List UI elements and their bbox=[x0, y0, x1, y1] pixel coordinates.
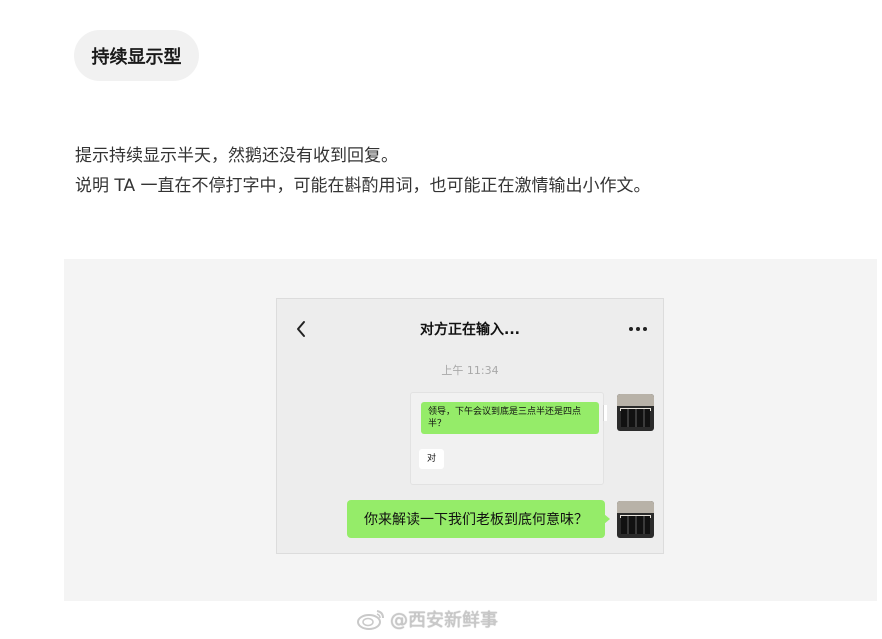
quoted-reply-bubble: 对 bbox=[419, 449, 445, 469]
more-dots-icon[interactable] bbox=[627, 320, 649, 338]
chat-screenshot: 对方正在输入... 上午 11:34 领导，下午会议到底是三点半还是四点半？ 对… bbox=[276, 298, 664, 554]
section-tag: 持续显示型 bbox=[74, 30, 199, 81]
description-line-1: 提示持续显示半天，然鹅还没有收到回复。 bbox=[75, 146, 398, 166]
avatar[interactable] bbox=[617, 501, 654, 538]
weibo-logo-icon bbox=[357, 610, 384, 630]
description: 提示持续显示半天，然鹅还没有收到回复。 说明 TA 一直在不停打字中，可能在斟酌… bbox=[75, 141, 855, 201]
quoted-message-bubble: 领导，下午会议到底是三点半还是四点半？ bbox=[421, 402, 599, 434]
watermark: @西安新鲜事 bbox=[356, 605, 498, 633]
message-timestamp: 上午 11:34 bbox=[441, 364, 499, 377]
quoted-screenshot-card[interactable]: 领导，下午会议到底是三点半还是四点半？ 对 bbox=[410, 392, 607, 485]
main-message-bubble[interactable]: 你来解读一下我们老板到底何意味？ bbox=[347, 500, 610, 538]
avatar[interactable] bbox=[617, 394, 654, 431]
quote-scroll-bar bbox=[603, 405, 607, 421]
chat-title: 对方正在输入... bbox=[420, 322, 520, 338]
section-tag-label: 持续显示型 bbox=[91, 46, 182, 68]
description-line-2: 说明 TA 一直在不停打字中，可能在斟酌用词，也可能正在激情输出小作文。 bbox=[75, 176, 651, 196]
watermark-text: @西安新鲜事 bbox=[390, 610, 498, 631]
